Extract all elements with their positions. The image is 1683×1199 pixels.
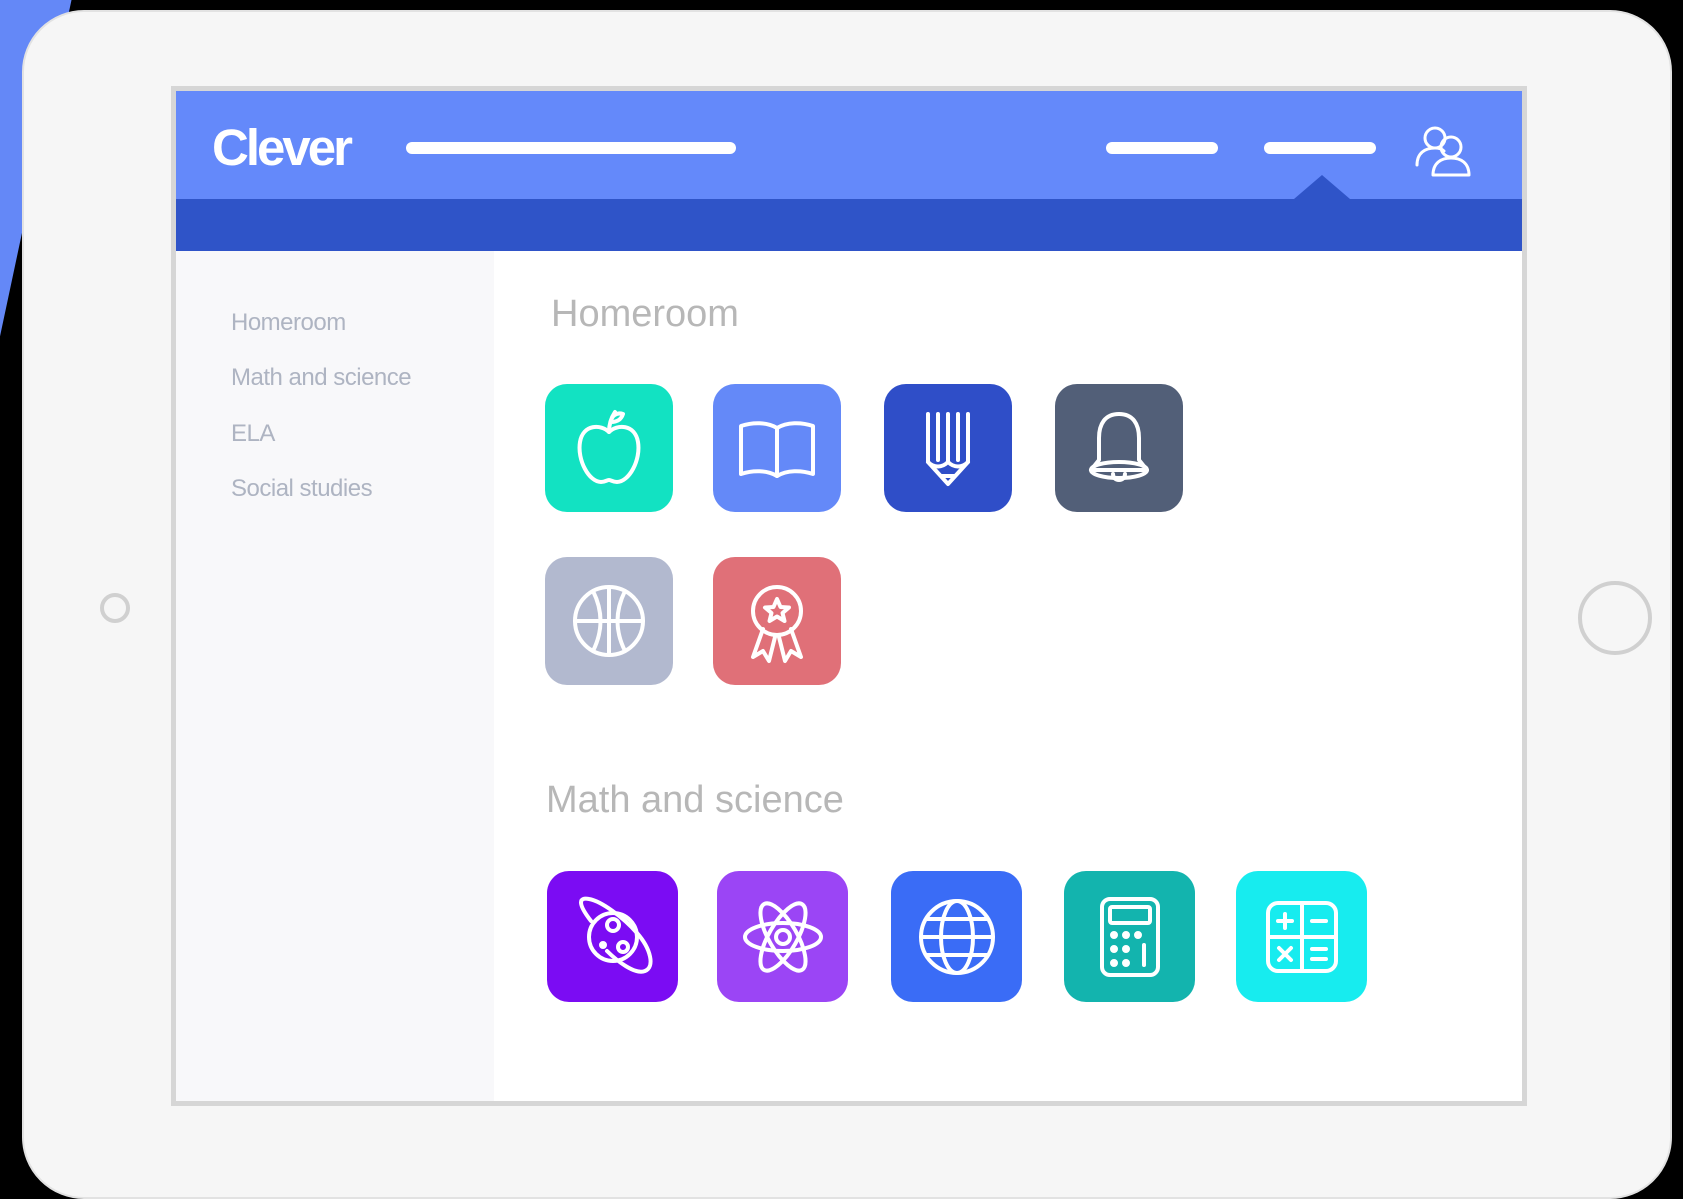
sidebar-item-math-and-science[interactable]: Math and science [231, 364, 412, 392]
sidebar: Homeroom Math and science ELA Social stu… [176, 251, 494, 1101]
active-nav-indicator [1294, 175, 1350, 199]
planet-icon [578, 896, 653, 974]
search-bar-placeholder[interactable] [406, 142, 736, 154]
calculator-icon [1099, 896, 1160, 977]
app-tile-bell[interactable] [1055, 384, 1183, 512]
section-title-math-and-science: Math and science [546, 779, 844, 821]
sidebar-item-ela[interactable]: ELA [231, 420, 275, 448]
nav-link-1[interactable] [1106, 142, 1218, 154]
top-navbar: Clever [176, 91, 1522, 199]
app-tile-calculator[interactable] [1064, 871, 1195, 1002]
award-ribbon-icon [751, 585, 803, 663]
book-icon [739, 421, 815, 478]
atom-icon [742, 900, 823, 973]
camera-dot [100, 593, 130, 623]
app-tile-apple[interactable] [545, 384, 673, 512]
sidebar-item-homeroom[interactable]: Homeroom [231, 309, 346, 337]
app-tile-basketball[interactable] [545, 557, 673, 685]
sub-navbar [176, 199, 1522, 251]
math-operations-icon [1265, 900, 1338, 973]
app-tile-award[interactable] [713, 557, 841, 685]
sidebar-item-social-studies[interactable]: Social studies [231, 475, 373, 503]
nav-link-2[interactable] [1264, 142, 1376, 154]
users-icon[interactable] [1413, 123, 1471, 177]
apple-icon [577, 410, 641, 484]
app-tile-book[interactable] [713, 384, 841, 512]
app-tile-atom[interactable] [717, 871, 848, 1002]
app-tile-math-operations[interactable] [1236, 871, 1367, 1002]
globe-icon [918, 898, 995, 975]
section-title-homeroom: Homeroom [551, 293, 739, 335]
bell-icon [1089, 412, 1149, 482]
basketball-icon [573, 585, 645, 657]
app-tile-globe[interactable] [891, 871, 1022, 1002]
app-tile-planet[interactable] [547, 871, 678, 1002]
pencil-icon [926, 412, 970, 486]
app-screen: Clever Homeroom Math and science ELA Soc… [171, 86, 1527, 1106]
home-button [1578, 581, 1652, 655]
app-tile-pencil[interactable] [884, 384, 1012, 512]
clever-logo[interactable]: Clever [212, 118, 353, 177]
